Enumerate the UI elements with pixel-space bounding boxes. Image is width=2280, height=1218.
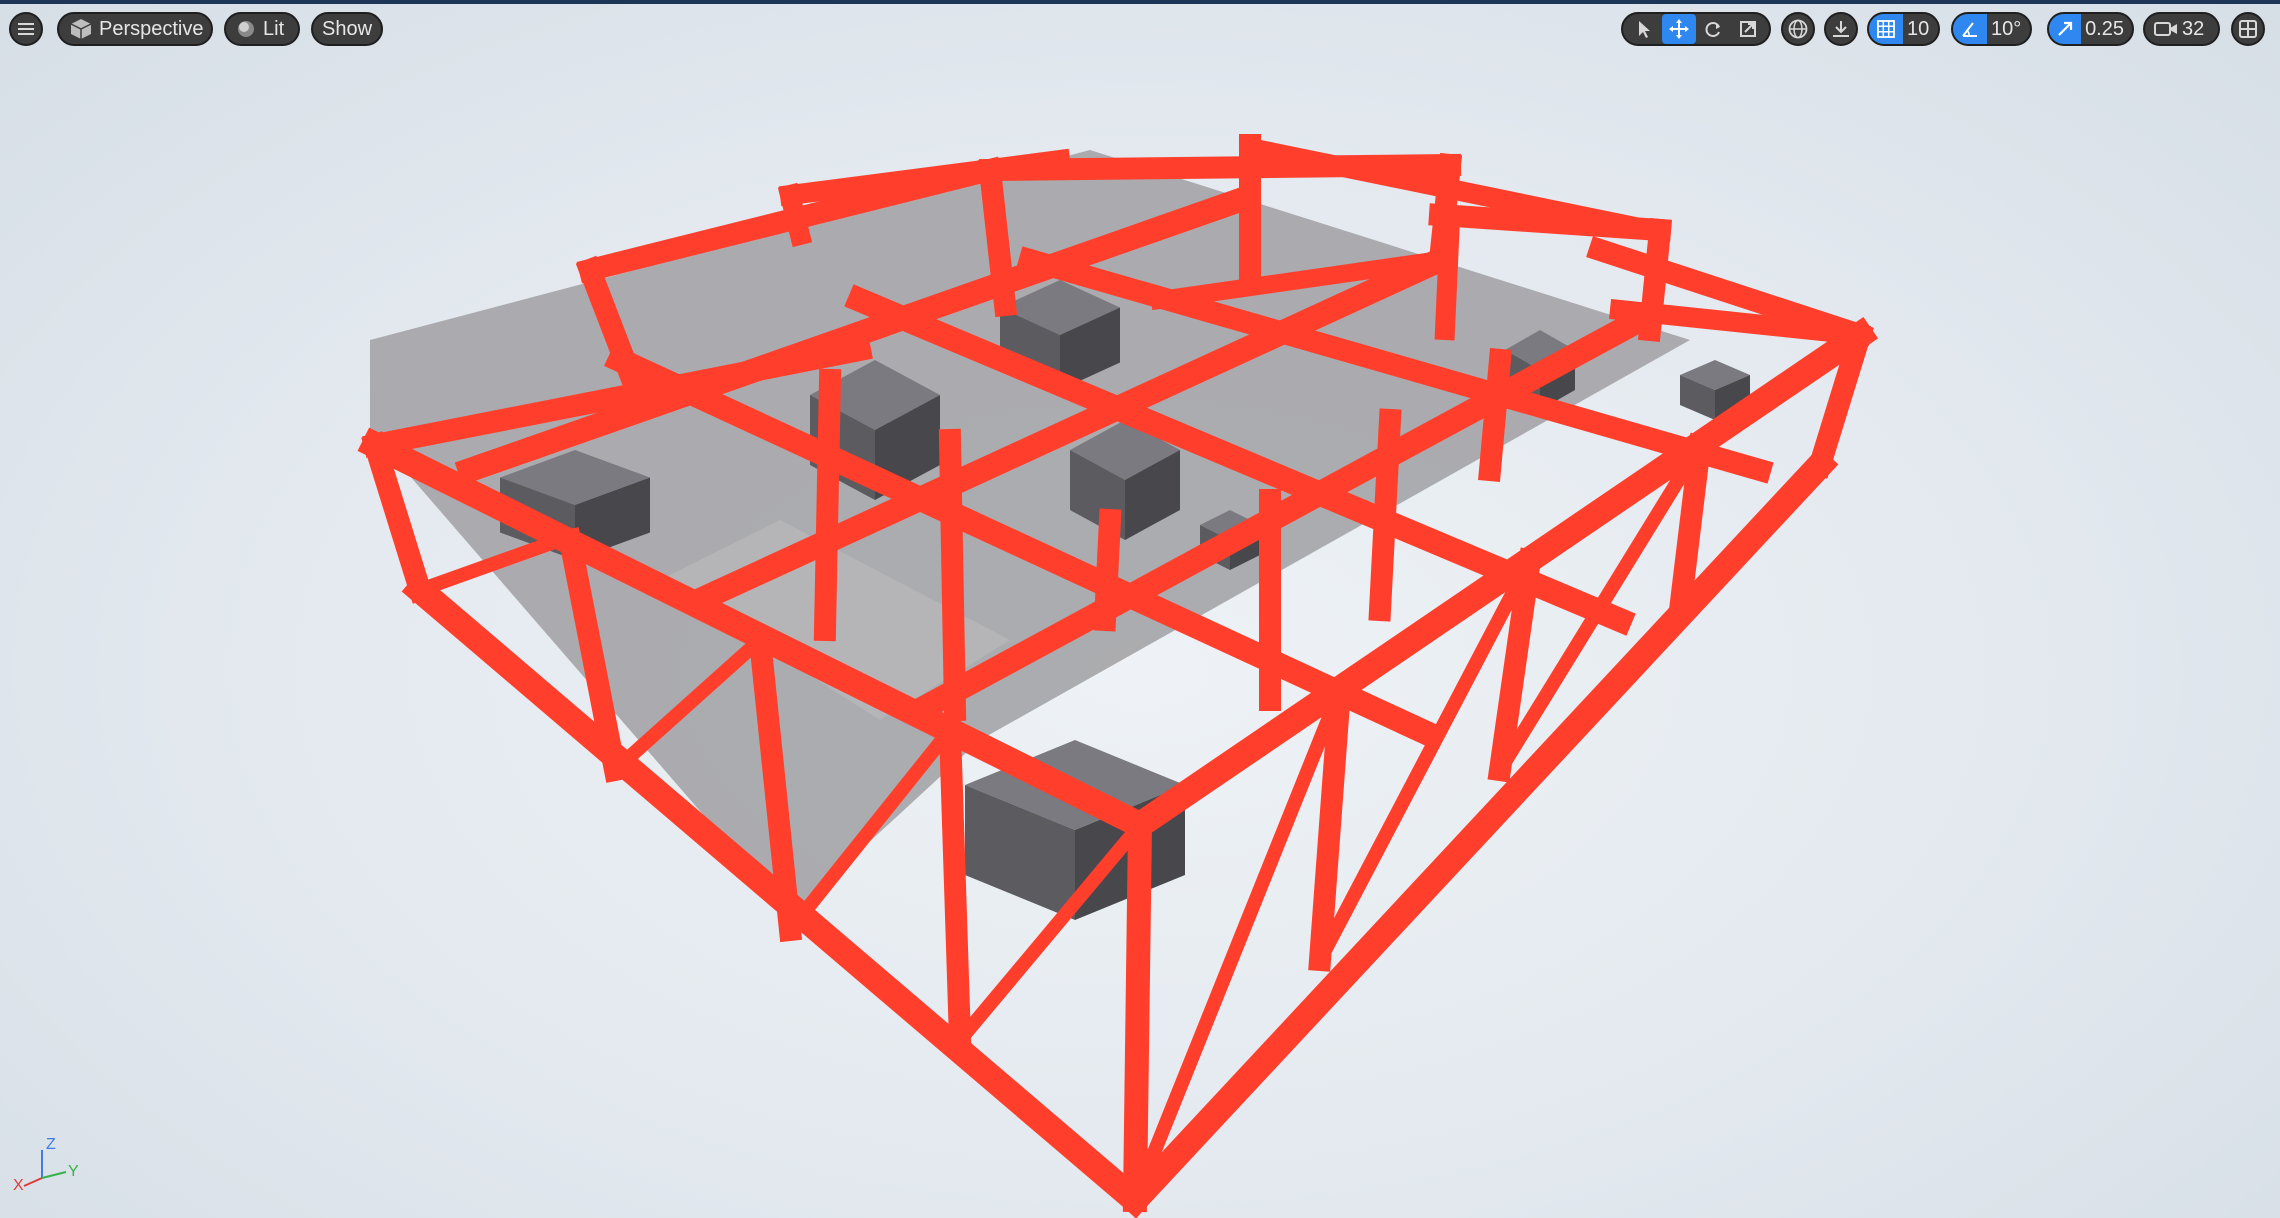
rotate-tool-icon [1705, 22, 1721, 37]
frame-post-interior-3 [1093, 508, 1122, 632]
frame-post-interior-2 [938, 428, 967, 722]
viewport-menu-button[interactable] [9, 12, 43, 46]
frame-post-interior-6 [1478, 348, 1512, 482]
scale-snap-value: 0.25 [2085, 17, 2124, 40]
frame-post-front [1122, 812, 1153, 1213]
frame-upper-post-2 [977, 157, 1018, 318]
translate-tool-icon [1668, 19, 1689, 39]
scene-canvas[interactable] [0, 0, 2280, 1218]
select-tool-button[interactable] [1627, 14, 1661, 44]
view-mode-label: Perspective [99, 17, 204, 40]
frame-upper-post-4 [1434, 209, 1461, 341]
rotation-snap-icon [1962, 22, 1977, 37]
surface-snapping-icon [1833, 21, 1849, 37]
scale-tool-icon [1739, 21, 1756, 37]
grid-snap-icon [1877, 20, 1895, 38]
perspective-cube-icon [70, 19, 92, 39]
rotation-snap-button[interactable]: 10° [1951, 12, 2032, 46]
lit-mode-button[interactable]: Lit [224, 12, 300, 46]
axis-gizmo: Z X Y [13, 1136, 79, 1190]
perspective-view-button[interactable]: Perspective [57, 12, 213, 46]
translate-tool-button[interactable] [1661, 14, 1696, 44]
grid-snap-button[interactable]: 10 [1867, 12, 1940, 46]
viewport-layout-icon [2239, 20, 2257, 38]
camera-speed-icon [2154, 22, 2177, 36]
axis-y-label: Y [68, 1163, 79, 1180]
frame-post-left-mid3 [938, 718, 972, 1052]
surface-snapping-button[interactable] [1824, 12, 1858, 46]
lighting-mode-label: Lit [263, 17, 285, 40]
axis-z-label: Z [46, 1136, 56, 1153]
viewport-layout-button[interactable] [2231, 12, 2265, 46]
frame-post-interior-5 [1368, 408, 1402, 622]
transform-tools-group [1621, 12, 1771, 46]
scale-snap-icon [2058, 21, 2073, 36]
coordinate-space-button[interactable] [1781, 12, 1815, 46]
scale-tool-button[interactable] [1731, 14, 1765, 44]
rotate-tool-button[interactable] [1696, 14, 1730, 44]
camera-speed-button[interactable]: 32 [2143, 12, 2220, 46]
axis-x-label: X [13, 1177, 24, 1190]
grid-snap-value: 10 [1907, 17, 1930, 40]
world-space-globe-icon [1788, 19, 1808, 39]
rotation-snap-value: 10° [1991, 17, 2022, 40]
lit-sphere-icon [238, 21, 254, 37]
show-label: Show [321, 17, 373, 40]
level-viewport[interactable] [0, 0, 2280, 1218]
select-tool-icon [1639, 21, 1650, 38]
frame-post-interior-1 [813, 368, 842, 642]
show-flags-button[interactable]: Show [311, 12, 383, 46]
hamburger-menu-icon [18, 23, 34, 35]
scale-snap-button[interactable]: 0.25 [2047, 12, 2134, 46]
camera-speed-value: 32 [2182, 17, 2205, 40]
